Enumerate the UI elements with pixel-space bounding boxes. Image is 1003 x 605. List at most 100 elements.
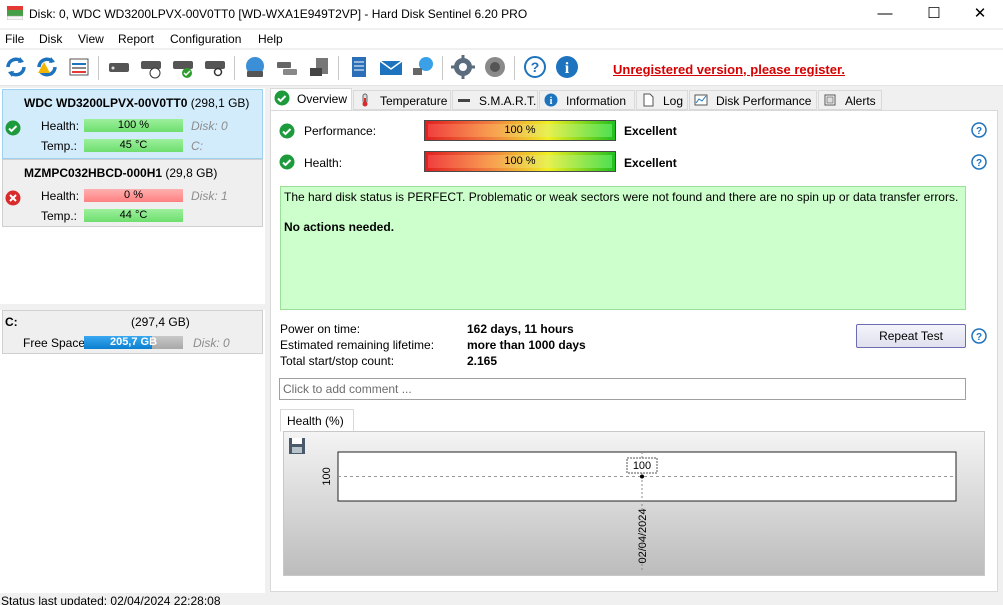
disk-card-0[interactable]: WDC WD3200LPVX-00V0TT0 (298,1 GB) Health… (2, 89, 263, 159)
health-chart-panel: 100 100 02/04/2024 (283, 431, 985, 576)
window-title: Disk: 0, WDC WD3200LPVX-00V0TT0 [WD-WXA1… (29, 7, 528, 21)
tab-label: S.M.A.R.T. (479, 94, 537, 108)
disk-size: (298,1 GB) (190, 96, 250, 110)
disk-icon[interactable] (106, 54, 132, 80)
performance-icon (694, 94, 708, 106)
tab-overview[interactable]: Overview (270, 88, 352, 111)
minimize-button[interactable]: — (862, 0, 908, 28)
drive-letter: C: (191, 139, 203, 153)
status-error-icon (5, 190, 21, 206)
menu-file[interactable]: File (5, 32, 24, 46)
health-value: 100 % (428, 155, 612, 168)
register-link[interactable]: Unregistered version, please register. (613, 62, 845, 77)
toolbar-separator (514, 56, 515, 80)
tab-label: Information (566, 94, 627, 108)
network-icon[interactable] (410, 54, 436, 80)
menu-view[interactable]: View (78, 32, 104, 46)
refresh-icon[interactable] (3, 54, 29, 80)
tab-label: Temperature (380, 94, 448, 108)
volume-disk-index: Disk: 0 (193, 336, 230, 350)
svg-text:?: ? (976, 126, 982, 137)
disk-model: MZMPC032HBCD-000H1 (24, 166, 163, 180)
disk-model: WDC WD3200LPVX-00V0TT0 (24, 96, 188, 110)
tab-health-chart[interactable]: Health (%) (280, 409, 354, 432)
status-bar: Status last updated: 02/04/2024 22:28:08 (0, 594, 1003, 605)
y-tick-label: 100 (321, 467, 333, 485)
close-button[interactable]: ✕ (957, 0, 1003, 28)
network-disk-icon[interactable] (242, 54, 268, 80)
svg-text:i: i (550, 96, 553, 107)
menu-configuration[interactable]: Configuration (170, 32, 241, 46)
health-label: Health: (41, 119, 80, 133)
toolbar-separator (338, 56, 339, 80)
health-label: Health: (304, 156, 343, 170)
disk-card-1[interactable]: MZMPC032HBCD-000H1 (29,8 GB) Health: 0 %… (2, 159, 263, 227)
disk-check-icon[interactable] (170, 54, 196, 80)
menu-help[interactable]: Help (258, 32, 283, 46)
performance-value: 100 % (428, 124, 612, 137)
toolbar-separator (442, 56, 443, 80)
disk-name: WDC WD3200LPVX-00V0TT0 (298,1 GB) (24, 96, 249, 110)
lifetime-value: more than 1000 days (467, 338, 586, 352)
report-icon[interactable] (66, 54, 92, 80)
tab-label: Overview (297, 92, 348, 106)
tab-smart[interactable]: S.M.A.R.T. (452, 90, 538, 110)
help-icon[interactable]: ? (971, 154, 987, 170)
help-icon[interactable]: ? (971, 328, 987, 344)
tab-label: Log (663, 94, 684, 108)
disk-backup-icon[interactable] (306, 54, 332, 80)
disk-size: (29,8 GB) (165, 166, 218, 180)
health-bar: 0 % (84, 189, 183, 202)
tab-information[interactable]: i Information (539, 90, 635, 110)
power-on-value: 162 days, 11 hours (467, 322, 574, 336)
info-icon[interactable]: i (554, 54, 580, 80)
x-tick-label: 02/04/2024 (637, 508, 649, 563)
maximize-button[interactable]: ☐ (911, 0, 957, 28)
disk-list-panel: WDC WD3200LPVX-00V0TT0 (298,1 GB) Health… (0, 88, 265, 593)
settings-gear-icon[interactable] (450, 54, 476, 80)
app-icon (7, 6, 23, 20)
log-icon (643, 93, 654, 107)
tab-label: Alerts (845, 94, 876, 108)
toolbar-separator (234, 56, 235, 80)
sound-icon[interactable] (482, 54, 508, 80)
menu-report[interactable]: Report (118, 32, 154, 46)
help-icon[interactable]: ? (522, 54, 548, 80)
email-icon[interactable] (378, 54, 404, 80)
volume-size: (297,4 GB) (131, 315, 190, 329)
health-ok-icon (279, 154, 295, 170)
disk-search-icon[interactable] (202, 54, 228, 80)
help-icon[interactable]: ? (971, 122, 987, 138)
comment-input[interactable]: Click to add comment ... (279, 378, 966, 400)
tab-temperature[interactable]: Temperature (353, 90, 451, 110)
disk-transfer-icon[interactable] (274, 54, 300, 80)
disk-schedule-icon[interactable] (138, 54, 164, 80)
temp-label: Temp.: (41, 209, 78, 223)
volume-card[interactable]: C: (297,4 GB) Free Space 205,7 GB Disk: … (2, 310, 263, 354)
menu-disk[interactable]: Disk (39, 32, 62, 46)
repeat-test-button[interactable]: Repeat Test (856, 324, 966, 348)
free-space-label: Free Space (23, 336, 86, 350)
startstop-value: 2.165 (467, 354, 498, 368)
svg-text:?: ? (531, 59, 540, 75)
status-ok-icon (5, 120, 21, 136)
temp-bar: 45 °C (84, 139, 183, 152)
tab-log[interactable]: Log (636, 90, 688, 110)
health-rating: Excellent (624, 156, 677, 170)
tab-alerts[interactable]: Alerts (818, 90, 882, 110)
tab-disk-performance[interactable]: Disk Performance (689, 90, 817, 110)
power-on-label: Power on time: (280, 322, 361, 336)
refresh-warning-icon[interactable] (34, 54, 60, 80)
status-text: Status last updated: 02/04/2024 22:28:08 (1, 594, 221, 605)
info-icon: i (544, 93, 558, 107)
performance-bar: 100 % (424, 120, 616, 141)
status-text: The hard disk status is PERFECT. Problem… (284, 190, 959, 204)
health-bar: 100 % (424, 151, 616, 172)
performance-rating: Excellent (624, 124, 677, 138)
alerts-icon (824, 94, 836, 106)
notes-icon[interactable] (346, 54, 372, 80)
temp-label: Temp.: (41, 139, 78, 153)
volume-letter: C: (5, 315, 18, 329)
thermometer-icon (362, 93, 368, 107)
toolbar-separator (98, 56, 99, 80)
